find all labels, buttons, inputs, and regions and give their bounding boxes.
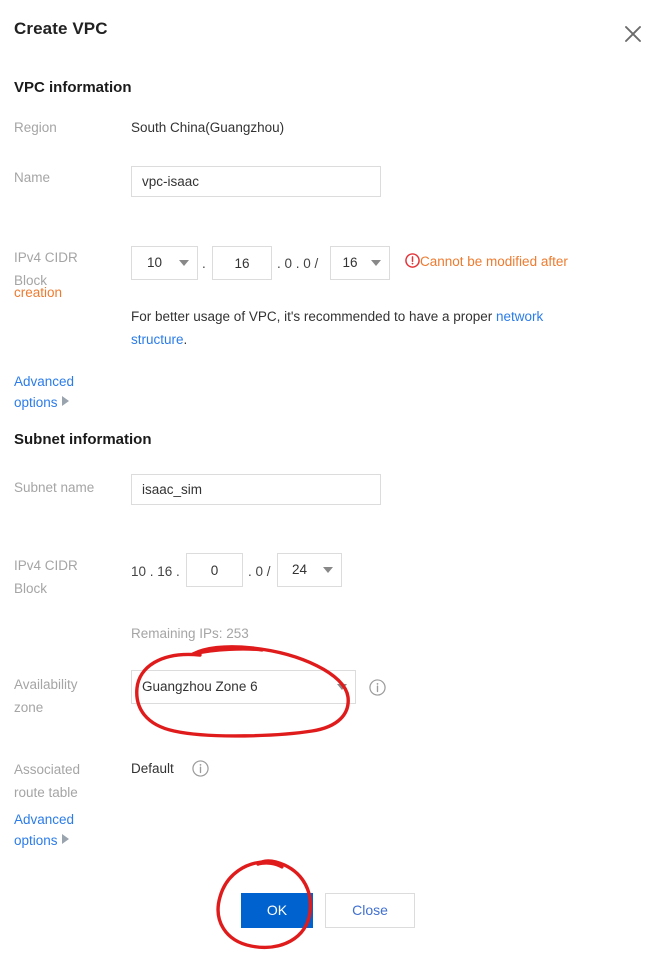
subnet-name-label: Subnet name xyxy=(14,476,126,499)
subnet-name-input[interactable] xyxy=(131,474,381,505)
cidr-warning: Cannot be modified after xyxy=(405,250,655,273)
availability-zone-label-line2: zone xyxy=(14,696,126,719)
cidr-warning-text-continued: creation xyxy=(14,281,62,304)
vpc-cidr-tail: . 0 . 0 / xyxy=(277,252,318,275)
region-label: Region xyxy=(14,116,126,139)
close-icon[interactable] xyxy=(620,21,646,47)
vpc-cidr-label-line1: IPv4 CIDR xyxy=(14,246,126,269)
route-table-label-line2: route table xyxy=(14,781,126,804)
warning-circle-icon xyxy=(405,253,420,268)
vpc-cidr-octet2-input[interactable] xyxy=(212,246,272,280)
availability-zone-label: Availability zone xyxy=(14,673,126,719)
region-value: South China(Guangzhou) xyxy=(131,116,284,139)
page-title: Create VPC xyxy=(14,19,108,39)
info-circle-icon[interactable] xyxy=(192,760,209,777)
chevron-down-icon xyxy=(337,684,347,690)
info-circle-icon[interactable] xyxy=(369,679,386,696)
vpc-cidr-dot-1: . xyxy=(202,252,206,275)
route-table-label: Associated route table xyxy=(14,758,126,804)
availability-zone-label-line1: Availability xyxy=(14,673,126,696)
name-label: Name xyxy=(14,166,126,189)
subnet-advanced-options-line2: options xyxy=(14,833,58,848)
vpc-cidr-mask-value: 16 xyxy=(331,247,369,279)
availability-zone-select[interactable]: Guangzhou Zone 6 xyxy=(131,670,356,704)
vpc-cidr-mask-select[interactable]: 16 xyxy=(330,246,390,280)
vpc-advanced-options-toggle[interactable]: Advanced options xyxy=(14,371,124,413)
cidr-hint: For better usage of VPC, it's recommende… xyxy=(131,305,596,351)
vpc-advanced-options-line1: Advanced xyxy=(14,371,124,392)
subnet-cidr-mask-select[interactable]: 24 xyxy=(277,553,342,587)
subnet-cidr-label-line1: IPv4 CIDR xyxy=(14,554,126,577)
chevron-down-icon xyxy=(323,567,333,573)
vpc-name-input[interactable] xyxy=(131,166,381,197)
ok-button[interactable]: OK xyxy=(241,893,313,928)
subnet-cidr-octet3-input[interactable] xyxy=(186,553,243,587)
vpc-cidr-octet1-value: 10 xyxy=(132,247,177,279)
subnet-cidr-label: IPv4 CIDR Block xyxy=(14,554,126,600)
route-table-label-line1: Associated xyxy=(14,758,126,781)
subnet-advanced-options-line1: Advanced xyxy=(14,809,124,830)
close-button[interactable]: Close xyxy=(325,893,415,928)
route-table-value: Default xyxy=(131,757,174,780)
cidr-warning-text: Cannot be modified after xyxy=(420,250,655,273)
subnet-cidr-prefix: 10 . 16 . xyxy=(131,560,180,583)
chevron-down-icon xyxy=(371,260,381,266)
subnet-cidr-tail: . 0 / xyxy=(248,560,271,583)
subnet-cidr-label-line2: Block xyxy=(14,577,126,600)
annotation-ellipse-ok-button-tail xyxy=(258,863,282,867)
subnet-advanced-options-toggle[interactable]: Advanced options xyxy=(14,809,124,851)
subnet-information-heading: Subnet information xyxy=(14,431,152,448)
vpc-cidr-octet1-select[interactable]: 10 xyxy=(131,246,198,280)
remaining-ips-note: Remaining IPs: 253 xyxy=(131,622,249,645)
vpc-information-heading: VPC information xyxy=(14,79,132,96)
availability-zone-value: Guangzhou Zone 6 xyxy=(142,671,333,703)
triangle-right-icon xyxy=(62,396,69,406)
subnet-cidr-mask-value: 24 xyxy=(278,554,321,586)
cidr-hint-prefix: For better usage of VPC, it's recommende… xyxy=(131,309,496,324)
vpc-advanced-options-line2: options xyxy=(14,395,58,410)
cidr-hint-suffix: . xyxy=(184,332,188,347)
annotation-ellipse-availability-zone-tail xyxy=(193,649,262,654)
triangle-right-icon xyxy=(62,834,69,844)
chevron-down-icon xyxy=(179,260,189,266)
